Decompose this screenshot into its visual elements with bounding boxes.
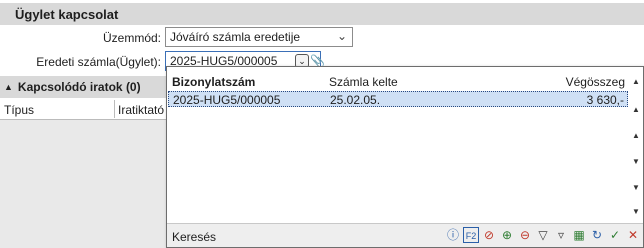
cell-bizonylatszam: 2025-HUG5/000005: [173, 93, 281, 107]
nav-first-icon[interactable]: ▲: [632, 77, 640, 86]
uzemmod-value: Jóváíró számla eredetije: [170, 30, 301, 44]
nav-up-icon[interactable]: ▲: [632, 105, 640, 114]
nav-next-icon[interactable]: ▼: [632, 157, 640, 166]
close-icon[interactable]: ✕: [625, 227, 641, 243]
section-header-ugylet-kapcsolat: Ügylet kapcsolat: [0, 3, 644, 25]
popup-footer: Keresés ⓘ F2 ⊘ ⊕ ⊖ ▽ ▿ ▦ ↻ ✓ ✕: [167, 223, 643, 247]
filter-remove-icon[interactable]: ⊖: [517, 227, 533, 243]
columns-icon[interactable]: ▦: [571, 227, 587, 243]
kapcsolodo-iratok-title: Kapcsolódó iratok (0): [17, 80, 141, 94]
filter-clear-icon[interactable]: ▿: [553, 227, 569, 243]
row-nav-column: ▲ ▲ ▲ ▼ ▼ ▼: [629, 69, 643, 219]
nav-down-icon[interactable]: ▼: [632, 183, 640, 192]
table-row[interactable]: 2025-HUG5/000005 25.02.05. 3 630,-: [168, 91, 628, 107]
iratok-table-body: [0, 120, 170, 248]
f2-icon[interactable]: F2: [463, 227, 479, 243]
invoice-lookup-popup: Bizonylatszám Számla kelte Végösszeg 202…: [166, 66, 644, 248]
column-header-iratiktato[interactable]: Iratiktató: [118, 103, 164, 117]
help-icon[interactable]: ⓘ: [445, 227, 461, 243]
filter-add-icon[interactable]: ⊕: [499, 227, 515, 243]
search-label[interactable]: Keresés: [172, 230, 216, 244]
column-header-szamla-kelte[interactable]: Számla kelte: [329, 75, 398, 89]
popup-table-header: Bizonylatszám Számla kelte Végösszeg: [167, 69, 629, 91]
refresh-icon[interactable]: ↻: [589, 227, 605, 243]
cancel-filter-icon[interactable]: ⊘: [481, 227, 497, 243]
uzemmod-label: Üzemmód:: [102, 31, 161, 45]
nav-prev-icon[interactable]: ▲: [632, 131, 640, 140]
uzemmod-select[interactable]: Jóváíró számla eredetije ⌄: [165, 27, 353, 47]
filter-icon[interactable]: ▽: [535, 227, 551, 243]
iratok-table-header: Típus Iratiktató: [0, 98, 170, 120]
popup-toolbar: ⓘ F2 ⊘ ⊕ ⊖ ▽ ▿ ▦ ↻ ✓ ✕: [445, 227, 641, 243]
chevron-down-icon[interactable]: ⌄: [337, 29, 347, 43]
column-header-tipus[interactable]: Típus: [4, 103, 34, 117]
ok-icon[interactable]: ✓: [607, 227, 623, 243]
nav-last-icon[interactable]: ▼: [632, 207, 640, 216]
column-separator[interactable]: [114, 100, 115, 118]
eredeti-szamla-label: Eredeti számla(Ügylet):: [36, 55, 161, 69]
column-header-vegosszeg[interactable]: Végösszeg: [566, 75, 625, 89]
cell-szamla-kelte: 25.02.05.: [330, 93, 381, 107]
cell-vegosszeg: 3 630,-: [586, 93, 624, 107]
collapse-caret-icon[interactable]: ▲: [4, 82, 13, 92]
column-header-bizonylatszam[interactable]: Bizonylatszám: [172, 75, 255, 89]
